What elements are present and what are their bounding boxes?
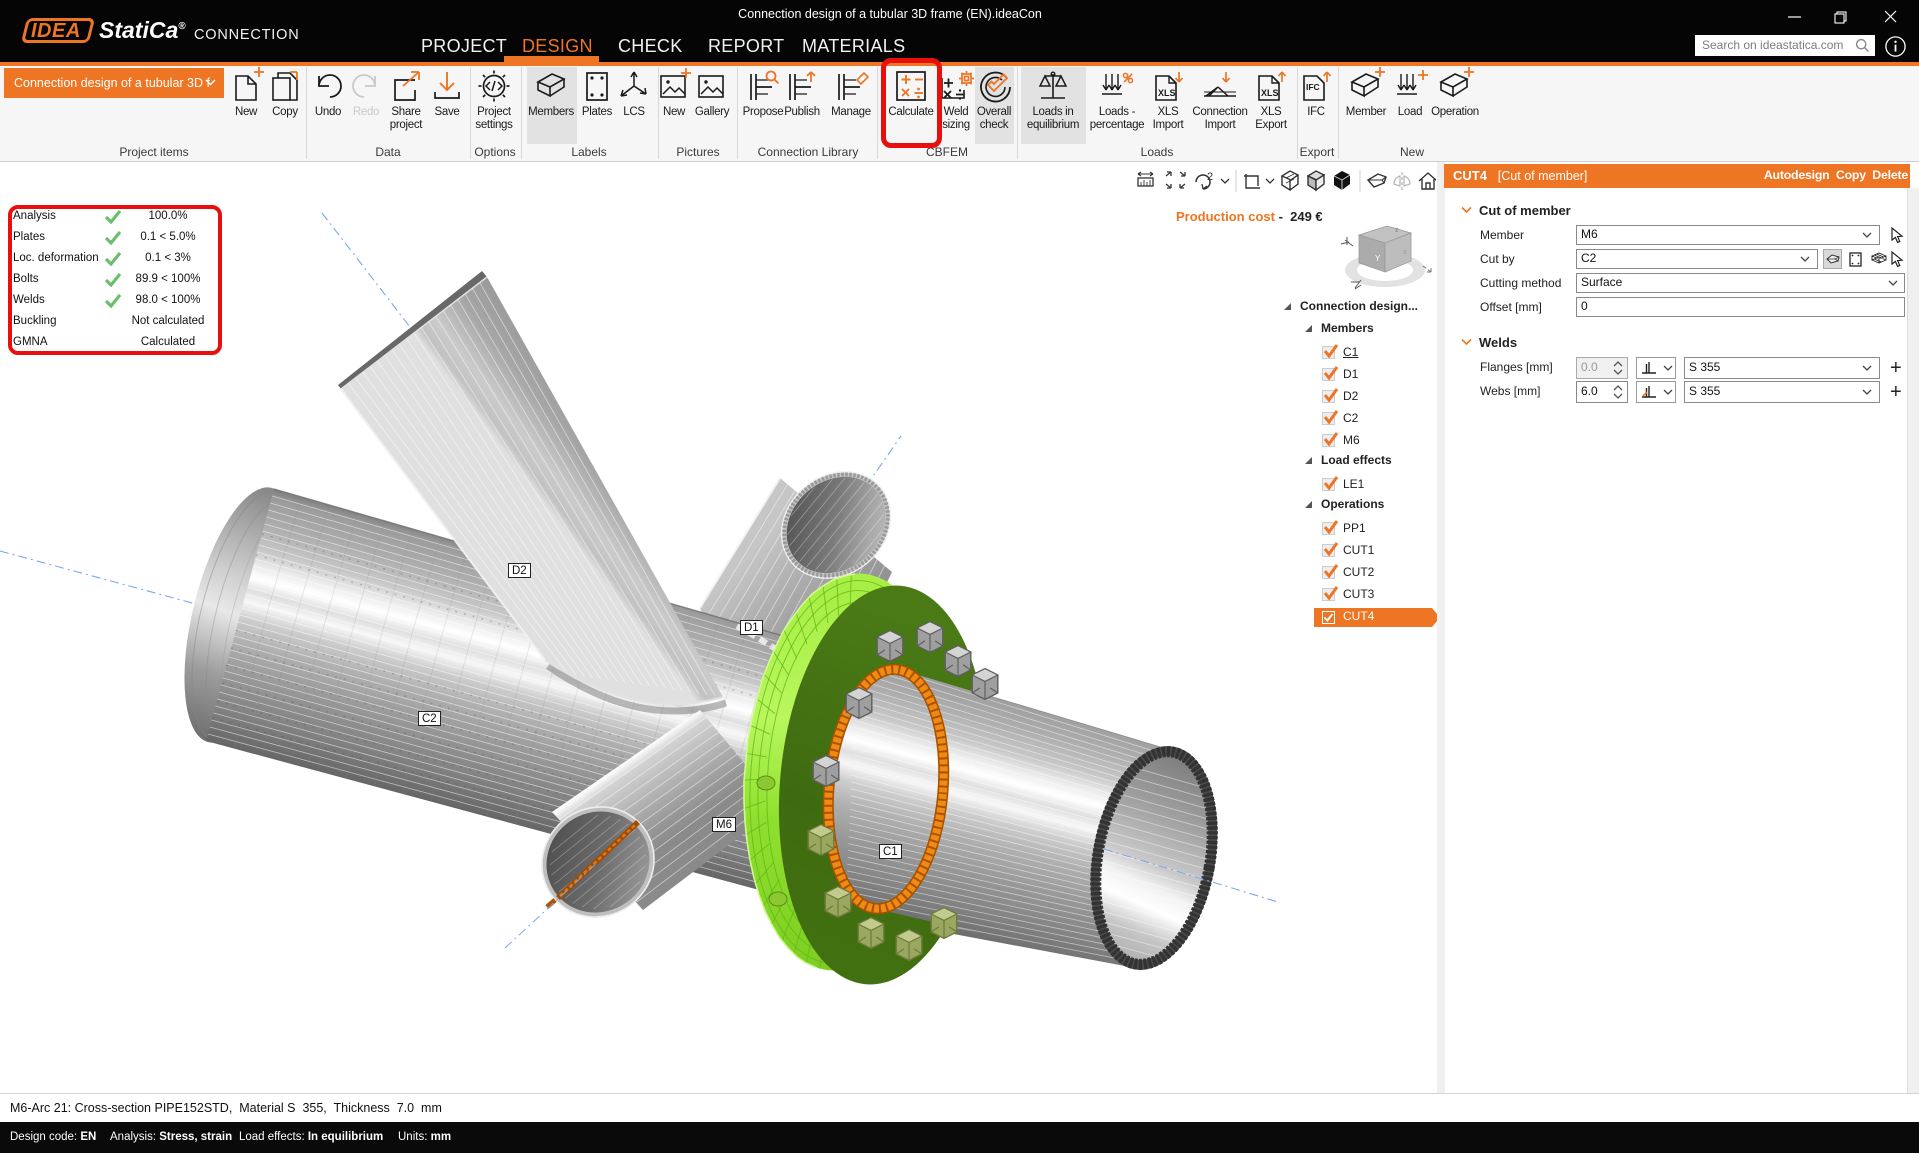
svg-text:x: x (1403, 249, 1407, 256)
svg-text:XLS: XLS (1261, 88, 1279, 98)
svg-text:XLS: XLS (1158, 88, 1176, 98)
svg-text:IFC: IFC (1306, 82, 1320, 92)
svg-text:z: z (1395, 227, 1399, 234)
svg-text:Y: Y (1375, 254, 1381, 263)
svg-text:2: 2 (1207, 171, 1213, 183)
